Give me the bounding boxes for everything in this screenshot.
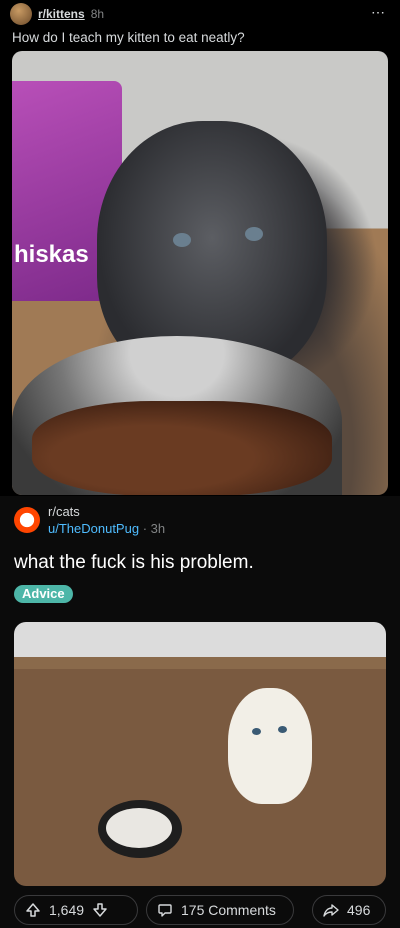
white-kitten-image-region (228, 688, 312, 804)
downvote-icon[interactable] (92, 902, 108, 918)
subreddit-avatar[interactable] (10, 3, 32, 25)
upvote-icon[interactable] (25, 902, 41, 918)
more-options-icon[interactable]: ⋯ (371, 4, 386, 21)
post-image[interactable] (14, 622, 386, 886)
share-count: 496 (347, 902, 371, 918)
subreddit-name[interactable]: r/cats (48, 504, 165, 519)
kitten-eye (278, 726, 287, 733)
comments-count: 175 Comments (181, 902, 276, 918)
baseboard-image-region (14, 657, 386, 669)
kitten-eye (245, 227, 263, 241)
vote-pill: 1,649 (14, 895, 138, 925)
share-icon (323, 904, 339, 917)
subreddit-name[interactable]: r/kittens (38, 7, 85, 21)
subreddit-avatar[interactable] (14, 507, 40, 533)
post-age: 8h (90, 7, 105, 21)
post-card-2: r/cats u/TheDonutPug · 3h what the fuck … (0, 496, 400, 928)
comment-icon (158, 904, 172, 917)
post-header-1: r/kittens 8h (10, 3, 105, 25)
post-meta: r/cats u/TheDonutPug · 3h (48, 504, 165, 536)
kibble-image-region (32, 401, 332, 495)
post-image[interactable]: hiskas (12, 51, 388, 495)
share-button[interactable]: 496 (312, 895, 386, 925)
post-flair[interactable]: Advice (14, 585, 73, 603)
plate-inner-image-region (106, 808, 172, 848)
post-card-1: r/kittens 8h ⋯ How do I teach my kitten … (0, 0, 400, 496)
post-title[interactable]: what the fuck is his problem. (14, 552, 254, 574)
comments-button[interactable]: 175 Comments (146, 895, 294, 925)
author-name[interactable]: u/TheDonutPug (48, 521, 139, 536)
kitten-eye (173, 233, 191, 247)
kitten-eye (252, 728, 261, 735)
vote-count: 1,649 (49, 902, 85, 918)
bag-brand-text: hiskas (14, 241, 89, 268)
author-line: u/TheDonutPug · 3h (48, 521, 165, 536)
separator-dot: · (142, 521, 148, 536)
post-header-2: r/cats u/TheDonutPug · 3h (14, 504, 165, 536)
post-actions: 1,649 175 Comments 496 (0, 886, 400, 928)
post-title[interactable]: How do I teach my kitten to eat neatly? (12, 30, 245, 45)
post-age: 3h (150, 521, 166, 536)
